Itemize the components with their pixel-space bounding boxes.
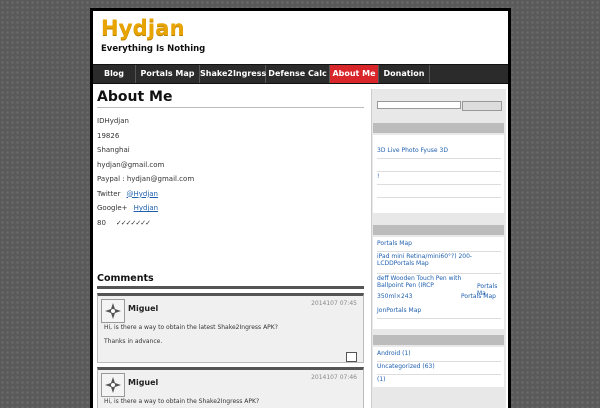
avatar-icon [102, 374, 124, 396]
search-input[interactable] [377, 101, 461, 109]
about-details: IDHydjan 19826 Shanghai hydjan@gmail.com… [97, 114, 364, 230]
google-label: Google+ [97, 204, 128, 212]
sidebar-link[interactable]: iPad mini Retina/mini60°?) 200-LCDDPorta… [377, 253, 501, 274]
search-button[interactable] [462, 101, 502, 111]
page-container: Hydjan Everything Is Nothing Blog Portal… [93, 11, 508, 408]
comment-author[interactable]: Miguel [128, 304, 158, 313]
nav-item-blog[interactable]: Blog [93, 65, 136, 83]
about-number: 19826 [97, 131, 120, 140]
about-email: hydjan@gmail.com [97, 160, 165, 169]
sidebar-category[interactable]: Android (1) [377, 350, 501, 362]
page-frame: Hydjan Everything Is Nothing Blog Portal… [90, 8, 511, 408]
nav-item-defense-calc[interactable]: Defense Calc [266, 65, 330, 83]
comment-date: 2014107 07:45 [311, 300, 357, 307]
twitter-label: Twitter [97, 189, 121, 198]
site-title[interactable]: Hydjan [101, 16, 185, 40]
about-id: IDHydjan [97, 117, 129, 125]
nav-item-shake2ingress[interactable]: Shake2Ingress [200, 65, 266, 83]
site-tagline: Everything Is Nothing [101, 44, 206, 54]
comment-date: 2014107 07:46 [311, 374, 357, 381]
about-city: Shanghai [97, 146, 130, 154]
sidebar-link[interactable]: ! [377, 173, 501, 185]
score-value: 80 [97, 218, 106, 227]
sidebar-link[interactable] [377, 160, 501, 172]
twitter-link[interactable]: @Hydjan [126, 190, 158, 198]
reply-button[interactable] [346, 352, 357, 362]
comment-text-2: Thanks in advance. [104, 338, 163, 345]
site-header: Hydjan Everything Is Nothing [93, 11, 508, 63]
widget-header-categories [373, 335, 504, 345]
about-google: Google+ Hydjan [97, 201, 364, 216]
sidebar-link[interactable]: Portals Map [377, 240, 501, 252]
about-score: 80 ✓✓✓✓✓✓✓ [97, 216, 364, 231]
comment-item: Miguel 2014107 07:45 Hi, is there a way … [97, 293, 364, 363]
checkmarks: ✓✓✓✓✓✓✓ [115, 218, 151, 227]
comment-author[interactable]: Miguel [128, 378, 158, 387]
widget-posts: Portals Map iPad mini Retina/mini60°?) 2… [373, 237, 504, 329]
about-twitter: Twitter @Hydjan [97, 187, 364, 202]
avatar [101, 373, 125, 397]
widget-header-posts [373, 225, 504, 235]
avatar [101, 299, 125, 323]
sidebar-link[interactable]: 350ml×243 [377, 293, 437, 304]
comment-text: Hi, is there a way to obtain the latest … [104, 324, 278, 331]
comments-heading: Comments [97, 273, 364, 289]
sidebar: 3D Live Photo Fyuse 3D ! Portals Map iPa… [371, 89, 506, 408]
page-title: About Me [97, 89, 364, 108]
sidebar-link[interactable]: deff Wooden Touch Pen with Ballpoint Pen… [377, 275, 467, 292]
widget-header-recent [373, 123, 504, 133]
about-paypal: Paypal : hydjan@gmail.com [97, 175, 195, 183]
nav-item-donation[interactable]: Donation [379, 65, 430, 83]
sidebar-link[interactable] [377, 186, 501, 198]
main-nav: Blog Portals Map Shake2Ingress Defense C… [93, 64, 508, 84]
nav-item-about-me[interactable]: About Me [330, 65, 379, 83]
avatar-icon [102, 300, 124, 322]
sidebar-category[interactable]: (1) [377, 376, 501, 385]
widget-categories: Android (1) Uncategorized (63) (1) [373, 347, 504, 387]
sidebar-link[interactable]: JonPortals Map [377, 307, 501, 319]
sidebar-category[interactable]: Uncategorized (63) [377, 363, 501, 375]
google-link[interactable]: Hydjan [134, 204, 159, 212]
comment-item: Miguel 2014107 07:46 Hi, is there a way … [97, 367, 364, 408]
comment-text: Hi, is there a way to obtain the Shake2I… [104, 398, 260, 405]
sidebar-link[interactable]: Portals Map [461, 293, 501, 300]
sidebar-link[interactable]: 3D Live Photo Fyuse 3D [377, 147, 501, 159]
main-content: About Me IDHydjan 19826 Shanghai hydjan@… [97, 89, 364, 408]
search-widget [376, 95, 502, 115]
widget-recent: 3D Live Photo Fyuse 3D ! [373, 135, 504, 213]
nav-item-portals-map[interactable]: Portals Map [136, 65, 200, 83]
